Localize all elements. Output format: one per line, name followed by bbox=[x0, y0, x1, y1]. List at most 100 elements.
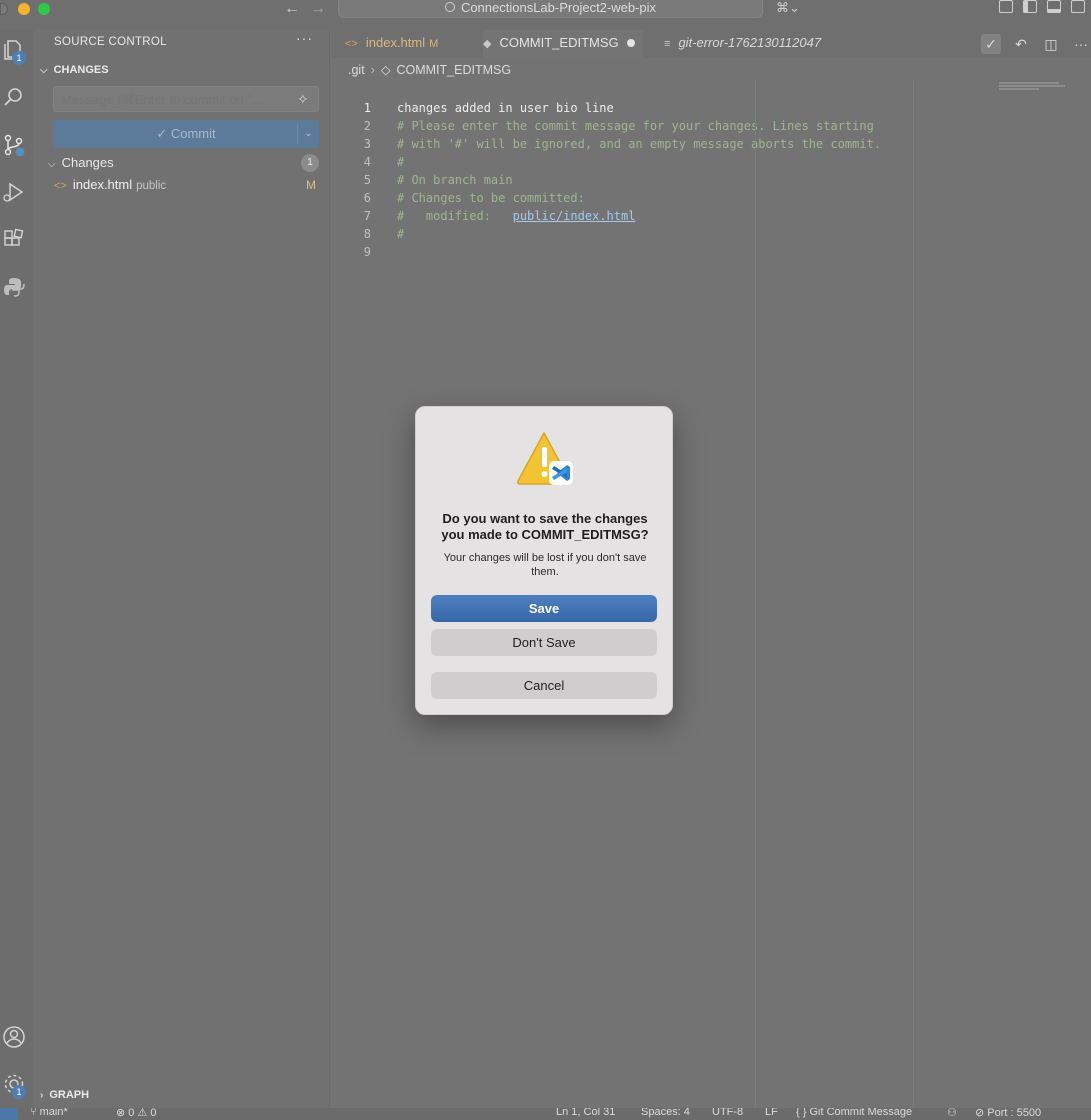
line-number: 9 bbox=[363, 245, 371, 259]
layout-controls bbox=[999, 0, 1085, 13]
changes-group-label: Changes bbox=[61, 155, 114, 170]
html-file-icon: <> bbox=[54, 180, 67, 192]
tab-git-error[interactable]: ≡ git-error-1762130112047 bbox=[664, 30, 821, 58]
commit-button[interactable]: ✓ Commit ⌄ bbox=[53, 120, 319, 148]
split-editor-icon[interactable]: ◫ bbox=[1041, 34, 1061, 54]
extensions-icon[interactable] bbox=[2, 228, 24, 252]
editor-ruler bbox=[913, 80, 914, 1108]
changes-count-badge: 1 bbox=[301, 154, 319, 172]
editor-actions: ✓ ↶ ◫ ··· bbox=[981, 34, 1091, 54]
more-actions-icon[interactable]: ··· bbox=[296, 30, 313, 46]
minimize-window-button[interactable] bbox=[18, 3, 30, 15]
breadcrumb-folder[interactable]: .git bbox=[348, 63, 365, 77]
tab-label: git-error-1762130112047 bbox=[678, 35, 822, 50]
changes-section-label: CHANGES bbox=[53, 64, 109, 76]
tab-label: COMMIT_EDITMSG bbox=[499, 35, 619, 50]
indentation[interactable]: Spaces: 4 bbox=[641, 1108, 690, 1118]
chevron-right-icon: › bbox=[370, 63, 375, 77]
save-changes-dialog: Do you want to save the changes you made… bbox=[415, 406, 673, 715]
unsaved-dot-icon[interactable] bbox=[626, 39, 635, 47]
code-line: 8 # bbox=[331, 207, 911, 241]
minimap[interactable] bbox=[999, 82, 1065, 96]
editor-ruler bbox=[755, 80, 756, 1108]
source-control-icon[interactable] bbox=[2, 133, 25, 157]
git-file-icon: ◇ bbox=[380, 63, 391, 77]
dont-save-button[interactable]: Don't Save bbox=[431, 629, 657, 656]
commit-options-chevron-icon[interactable]: ⌄ bbox=[297, 124, 319, 144]
activity-bar: 1 1 bbox=[0, 30, 34, 1108]
customize-layout-icon[interactable] bbox=[999, 0, 1013, 13]
editor-tabs: <> index.html M ◆ COMMIT_EDITMSG ≡ git-error… bbox=[331, 30, 1091, 58]
html-file-icon: <> bbox=[345, 38, 358, 50]
tab-index-html[interactable]: <> index.html M bbox=[345, 30, 438, 58]
code-line: 9 bbox=[331, 225, 911, 259]
toggle-sidebar-icon[interactable] bbox=[1023, 0, 1037, 13]
tab-label: index.html bbox=[365, 35, 426, 50]
search-icon[interactable] bbox=[2, 85, 24, 109]
copilot-status-icon[interactable]: ⚇ bbox=[947, 1108, 957, 1119]
source-control-sidebar: SOURCE CONTROL ··· ⌵ CHANGES ✧ ✓ Commit ⌄… bbox=[34, 30, 330, 1108]
branch-icon: ⑂ bbox=[30, 1108, 40, 1118]
encoding[interactable]: UTF-8 bbox=[712, 1108, 743, 1118]
breadcrumb-file[interactable]: COMMIT_EDITMSG bbox=[396, 63, 511, 77]
command-center-search[interactable]: ConnectionsLab-Project2-web-pix bbox=[338, 0, 763, 18]
line-ending[interactable]: LF bbox=[765, 1108, 778, 1118]
forward-arrow-icon[interactable]: → bbox=[310, 0, 326, 18]
accounts-icon[interactable] bbox=[2, 1025, 25, 1049]
branch-name: main* bbox=[39, 1108, 68, 1118]
search-icon bbox=[444, 2, 455, 12]
more-actions-icon[interactable]: ··· bbox=[1071, 34, 1091, 54]
changes-section-header[interactable]: ⌵ CHANGES bbox=[40, 64, 109, 76]
code-line: 1 changes added in user bio line bbox=[331, 81, 911, 115]
cursor-position[interactable]: Ln 1, Col 31 bbox=[556, 1108, 615, 1118]
changes-group-row[interactable]: ⌵ Changes 1 bbox=[48, 153, 320, 175]
explorer-badge: 1 bbox=[12, 51, 26, 65]
changed-file-dir: public bbox=[136, 180, 167, 192]
file-status-badge: M bbox=[306, 178, 316, 192]
tab-modified-indicator: M bbox=[429, 38, 439, 50]
sidebar-title: SOURCE CONTROL bbox=[54, 36, 167, 48]
chevron-down-icon: ⌵ bbox=[40, 65, 48, 76]
commit-message-input[interactable] bbox=[53, 86, 319, 112]
breadcrumb: .git › ◇ COMMIT_EDITMSG bbox=[348, 62, 511, 77]
accept-commit-check-icon[interactable]: ✓ bbox=[981, 34, 1001, 54]
chevron-down-icon: ⌵ bbox=[48, 159, 56, 170]
settings-badge: 1 bbox=[12, 1085, 26, 1099]
copilot-icon[interactable]: ⌘⌄ bbox=[776, 0, 800, 16]
code-line: 6 # Changes to be committed: bbox=[331, 171, 911, 205]
dialog-message: Your changes will be lost if you don't s… bbox=[443, 552, 647, 578]
python-icon[interactable] bbox=[2, 275, 25, 299]
text-file-icon: ≡ bbox=[664, 38, 671, 50]
dialog-title: Do you want to save the changes you made… bbox=[441, 511, 649, 542]
maximize-window-button[interactable] bbox=[38, 3, 50, 15]
save-button[interactable]: Save bbox=[431, 595, 657, 622]
commit-button-label: ✓ Commit bbox=[156, 126, 216, 141]
discard-undo-icon[interactable]: ↶ bbox=[1011, 34, 1031, 54]
code-line: 7 # modified: public/index.html bbox=[331, 189, 911, 223]
window-title: ConnectionsLab-Project2-web-pix bbox=[460, 0, 657, 15]
changed-file-row[interactable]: <> index.html public M bbox=[54, 175, 320, 197]
back-arrow-icon[interactable]: ← bbox=[284, 0, 300, 18]
live-server-port[interactable]: ⊘ Port : 5500 bbox=[975, 1108, 1041, 1119]
graph-section-label: GRAPH bbox=[49, 1089, 90, 1101]
toggle-secondary-sidebar-icon[interactable] bbox=[1071, 0, 1085, 13]
git-file-icon: ◆ bbox=[483, 38, 492, 50]
branch-indicator[interactable]: ⑂ main* bbox=[30, 1108, 68, 1118]
close-window-button[interactable] bbox=[0, 3, 8, 15]
status-bar: ⑂ main* ⊗ 0 ⚠ 0 Ln 1, Col 31 Spaces: 4 U… bbox=[0, 1108, 1091, 1120]
code-line: 5 # On branch main bbox=[331, 153, 911, 187]
code-line: 4 # bbox=[331, 135, 911, 169]
tab-commit-editmsg[interactable]: ◆ COMMIT_EDITMSG bbox=[483, 30, 643, 58]
generate-commit-message-sparkle-icon[interactable]: ✧ bbox=[297, 91, 309, 108]
run-debug-icon[interactable] bbox=[2, 180, 24, 204]
code-line: 3 # with '#' will be ignored, and an empt… bbox=[331, 117, 911, 151]
title-bar: ← → ConnectionsLab-Project2-web-pix ⌘⌄ bbox=[0, 0, 1091, 30]
problems-indicator[interactable]: ⊗ 0 ⚠ 0 bbox=[116, 1108, 156, 1119]
language-mode[interactable]: { } Git Commit Message bbox=[796, 1108, 912, 1118]
graph-section-header[interactable]: › GRAPH bbox=[40, 1089, 89, 1101]
remote-indicator-icon[interactable] bbox=[0, 1108, 18, 1120]
toggle-panel-icon[interactable] bbox=[1047, 0, 1061, 13]
cancel-button[interactable]: Cancel bbox=[431, 672, 657, 699]
warning-vscode-icon bbox=[517, 431, 573, 485]
changed-file-name: index.html bbox=[72, 177, 133, 192]
